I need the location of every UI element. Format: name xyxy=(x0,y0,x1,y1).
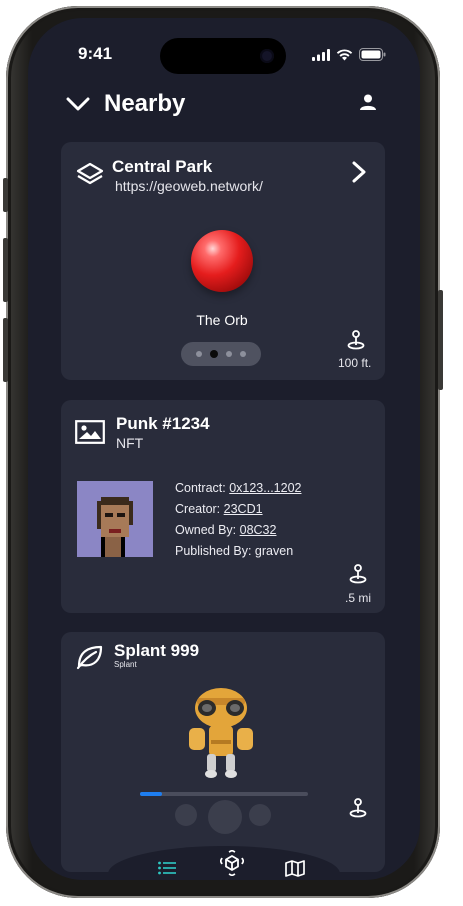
card-subtitle-link[interactable]: https://geoweb.network/ xyxy=(115,178,263,194)
orb-model[interactable] xyxy=(191,230,253,292)
card-splant-999[interactable]: Splant 999 Splant xyxy=(61,632,385,872)
card-title: Splant 999 xyxy=(114,641,200,660)
contract-label: Contract: xyxy=(175,481,226,495)
location-pin-icon xyxy=(349,564,367,584)
content-label: The Orb xyxy=(196,312,248,328)
status-time: 9:41 xyxy=(78,44,113,63)
creator-label: Creator: xyxy=(175,502,221,516)
leaf-icon xyxy=(76,645,103,670)
creator-row: Creator: 23CD1 xyxy=(175,499,302,520)
map-icon[interactable] xyxy=(285,860,305,877)
owner-label: Owned By: xyxy=(175,523,237,537)
publisher-row: Published By: graven xyxy=(175,541,302,562)
volume-up-button xyxy=(3,238,8,302)
card-punk-1234[interactable]: Punk #1234 NFT Contract: 0x123...1202 Cr… xyxy=(61,400,385,613)
owner-row: Owned By: 08C32 xyxy=(175,520,302,541)
distance-label: 100 ft. xyxy=(338,356,372,370)
page-dot[interactable] xyxy=(226,351,232,357)
card-title: Central Park xyxy=(112,157,213,176)
progress-bar[interactable] xyxy=(140,792,308,796)
card-title: Punk #1234 xyxy=(116,414,210,433)
chevron-right-icon[interactable] xyxy=(351,160,367,184)
location-pin-icon xyxy=(347,330,365,350)
page-indicator[interactable] xyxy=(181,342,261,366)
ar-cube-icon[interactable] xyxy=(220,850,244,876)
card-subtitle: Splant xyxy=(114,660,137,669)
page-dot[interactable] xyxy=(240,351,246,357)
card-subtitle: NFT xyxy=(116,435,144,451)
splant-robot-model[interactable] xyxy=(181,684,261,780)
chevron-down-icon[interactable] xyxy=(66,96,90,112)
location-pin-icon xyxy=(349,798,367,818)
page-dot-active[interactable] xyxy=(210,350,218,358)
person-icon[interactable] xyxy=(360,94,376,110)
publisher-label: Published By: xyxy=(175,544,252,558)
distance-label: .5 mi xyxy=(345,591,372,605)
dynamic-island xyxy=(160,38,286,74)
publisher-value: graven xyxy=(254,544,294,558)
layers-icon xyxy=(76,162,104,185)
wifi-icon xyxy=(336,48,353,60)
nft-punk-image[interactable] xyxy=(77,481,153,557)
image-icon xyxy=(75,420,105,444)
rewind-button[interactable] xyxy=(175,804,197,826)
status-icons xyxy=(312,48,386,61)
nft-details: Contract: 0x123...1202 Creator: 23CD1 Ow… xyxy=(175,478,302,562)
pause-button[interactable] xyxy=(208,800,242,834)
contract-link[interactable]: 0x123...1202 xyxy=(229,481,301,495)
contract-row: Contract: 0x123...1202 xyxy=(175,478,302,499)
camera-icon xyxy=(260,49,274,63)
forward-button[interactable] xyxy=(249,804,271,826)
volume-down-button xyxy=(3,318,8,382)
power-button xyxy=(438,290,443,390)
owner-link[interactable]: 08C32 xyxy=(240,523,277,537)
app-screen: 9:41 Nearby Central Park https://geoweb.… xyxy=(28,18,420,880)
signal-icon xyxy=(312,48,330,61)
battery-icon xyxy=(359,48,386,61)
card-central-park[interactable]: Central Park https://geoweb.network/ The… xyxy=(61,142,385,380)
progress-fill xyxy=(140,792,162,796)
action-button xyxy=(3,178,8,212)
list-icon[interactable] xyxy=(158,861,176,875)
page-dot[interactable] xyxy=(196,351,202,357)
creator-link[interactable]: 23CD1 xyxy=(224,502,263,516)
header: Nearby xyxy=(28,82,420,126)
page-title: Nearby xyxy=(104,90,186,117)
